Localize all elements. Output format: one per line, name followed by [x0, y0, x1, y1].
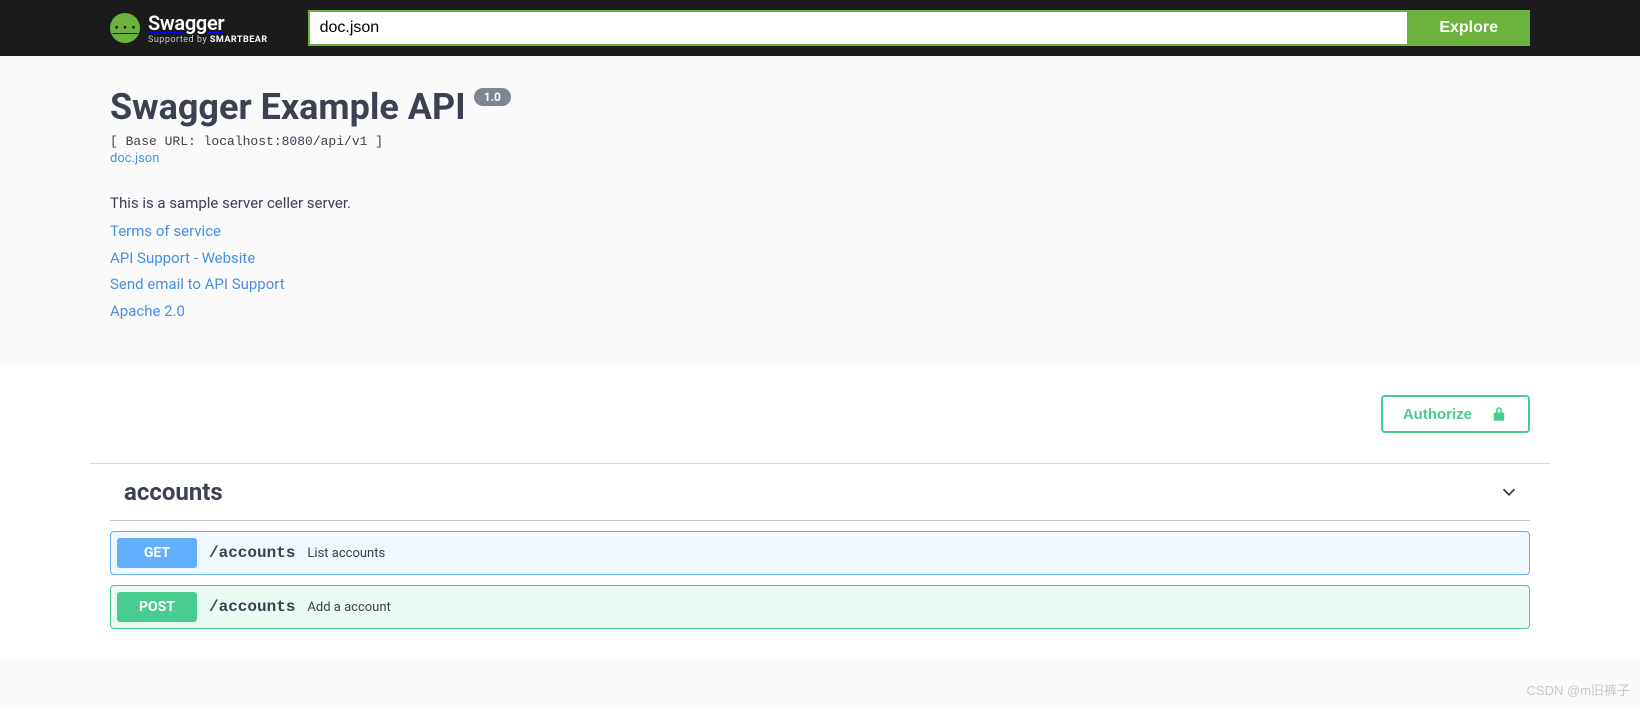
spec-url-input[interactable]	[308, 10, 1408, 46]
chevron-down-icon	[1498, 481, 1520, 503]
method-badge: POST	[117, 592, 197, 622]
title-row: Swagger Example API 1.0	[110, 86, 1530, 128]
info-links: Terms of service API Support - Website S…	[110, 220, 1530, 323]
download-url-wrapper: Explore	[308, 10, 1530, 46]
swagger-logo-title: Swagger	[148, 11, 268, 35]
spec-link-row: doc.json	[110, 151, 1530, 166]
swagger-logo-icon: {···}	[110, 13, 140, 43]
api-support-email-link[interactable]: Send email to API Support	[110, 275, 285, 293]
method-badge: GET	[117, 538, 197, 568]
topbar-wrapper: {···} Swagger Supported by SMARTBEAR Exp…	[90, 10, 1550, 46]
operation-summary: Add a account	[307, 600, 390, 615]
swagger-logo-sub: Supported by SMARTBEAR	[148, 35, 268, 45]
base-url: [ Base URL: localhost:8080/api/v1 ]	[110, 134, 1530, 149]
opblock-summary[interactable]: POST /accounts Add a account	[111, 586, 1529, 628]
api-support-website-link[interactable]: API Support - Website	[110, 249, 255, 267]
swagger-logo-text: Swagger Supported by SMARTBEAR	[148, 11, 268, 45]
auth-wrapper: Authorize	[90, 365, 1550, 463]
lock-icon	[1490, 405, 1508, 423]
version-badge: 1.0	[474, 88, 511, 106]
terms-of-service-link[interactable]: Terms of service	[110, 222, 221, 240]
authorize-button-label: Authorize	[1403, 406, 1472, 423]
opblock-summary[interactable]: GET /accounts List accounts	[111, 532, 1529, 574]
tag-header-accounts[interactable]: accounts	[110, 464, 1530, 521]
opblock-post-accounts[interactable]: POST /accounts Add a account	[110, 585, 1530, 629]
explore-button[interactable]: Explore	[1407, 10, 1530, 46]
operations-section: accounts GET /accounts List accounts POS…	[90, 463, 1550, 659]
topbar: {···} Swagger Supported by SMARTBEAR Exp…	[0, 0, 1640, 56]
api-title: Swagger Example API	[110, 86, 466, 128]
authorize-button[interactable]: Authorize	[1381, 395, 1530, 433]
api-description: This is a sample server celler server.	[110, 194, 1530, 212]
operation-summary: List accounts	[307, 546, 385, 561]
watermark: CSDN @m旧裤子	[1527, 680, 1630, 699]
operation-path: /accounts	[209, 544, 295, 562]
operation-path: /accounts	[209, 598, 295, 616]
tag-name: accounts	[124, 478, 223, 506]
swagger-logo[interactable]: {···} Swagger Supported by SMARTBEAR	[110, 11, 268, 45]
info-section: Swagger Example API 1.0 [ Base URL: loca…	[0, 56, 1640, 365]
spec-link[interactable]: doc.json	[110, 151, 159, 166]
license-link[interactable]: Apache 2.0	[110, 302, 185, 320]
opblock-get-accounts[interactable]: GET /accounts List accounts	[110, 531, 1530, 575]
